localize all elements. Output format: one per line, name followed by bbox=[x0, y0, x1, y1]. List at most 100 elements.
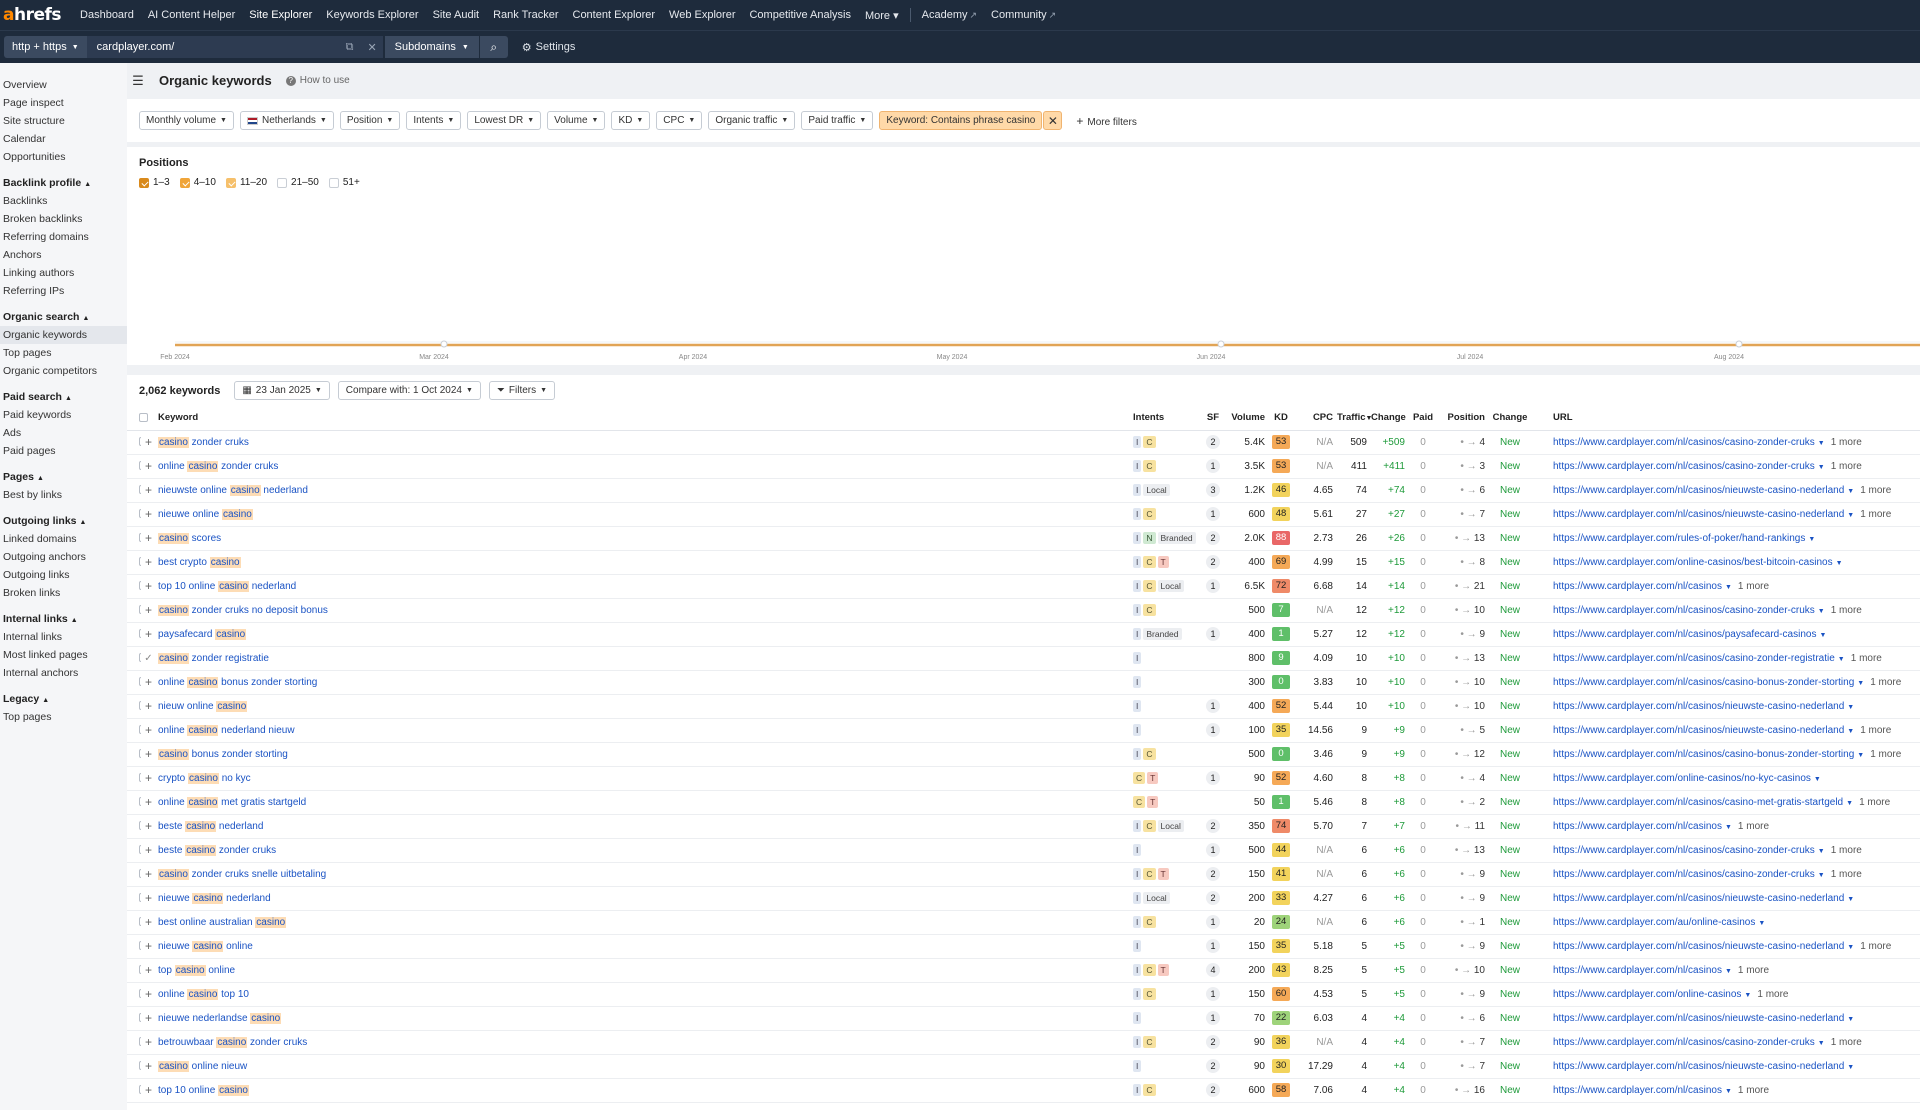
sidebar-item-paid-pages[interactable]: Paid pages bbox=[0, 442, 127, 460]
keyword-link[interactable]: nieuwe casino nederland bbox=[158, 892, 271, 904]
add-to-list-icon[interactable]: + bbox=[141, 886, 156, 911]
keyword-cell[interactable]: top 10 online casino nederland bbox=[156, 574, 1131, 599]
row-checkbox[interactable] bbox=[127, 622, 141, 647]
chevron-down-icon[interactable]: ▼ bbox=[1818, 848, 1825, 855]
chevron-down-icon[interactable]: ▼ bbox=[1725, 1088, 1732, 1095]
row-checkbox[interactable] bbox=[127, 646, 141, 671]
url-cell[interactable]: https://www.cardplayer.com/nl/casinos/ca… bbox=[1533, 598, 1920, 623]
sidebar-item-most-linked-pages[interactable]: Most linked pages bbox=[0, 646, 127, 664]
keyword-link[interactable]: casino bonus zonder storting bbox=[158, 748, 288, 760]
chevron-down-icon[interactable]: ▼ bbox=[1758, 920, 1765, 927]
table-row[interactable]: + casino bonus zonder storting I C 500 0 3.46 9… bbox=[127, 742, 1920, 767]
table-row[interactable]: + nieuwe online casino I C 1 600 48 5.61 27 +27 0 •… bbox=[127, 502, 1920, 527]
keyword-cell[interactable]: online casino zonder cruks bbox=[156, 454, 1131, 479]
add-to-list-icon[interactable]: + bbox=[141, 790, 156, 815]
more-urls-link[interactable]: 1 more bbox=[1831, 1037, 1862, 1048]
url-cell[interactable]: https://www.cardplayer.com/nl/casinos/pa… bbox=[1533, 622, 1920, 647]
sf-cell[interactable]: 1 bbox=[1199, 1006, 1227, 1031]
row-checkbox[interactable] bbox=[127, 982, 141, 1007]
sf-cell[interactable]: 1 bbox=[1199, 838, 1227, 863]
clear-icon[interactable]: ✕ bbox=[367, 41, 376, 54]
col-position[interactable]: Position bbox=[1439, 406, 1487, 431]
keyword-link[interactable]: casino scores bbox=[158, 532, 221, 544]
url-link[interactable]: https://www.cardplayer.com/nl/casinos/ni… bbox=[1553, 485, 1844, 496]
keyword-cell[interactable]: casino zonder cruks no deposit bonus bbox=[156, 598, 1131, 623]
url-link[interactable]: https://www.cardplayer.com/au/online-cas… bbox=[1553, 917, 1755, 928]
more-urls-link[interactable]: 1 more bbox=[1738, 581, 1769, 592]
row-checkbox[interactable] bbox=[127, 550, 141, 575]
url-link[interactable]: https://www.cardplayer.com/nl/casinos/ca… bbox=[1553, 749, 1854, 760]
nav-keywords-explorer-link[interactable]: Keywords Explorer bbox=[326, 9, 418, 21]
sidebar-item-linked-domains[interactable]: Linked domains bbox=[0, 530, 127, 548]
open-external-icon[interactable]: ⧉ bbox=[346, 41, 354, 54]
search-button[interactable]: ⌕ bbox=[479, 36, 508, 58]
chevron-down-icon[interactable]: ▼ bbox=[1725, 968, 1732, 975]
add-to-list-icon[interactable]: + bbox=[141, 766, 156, 791]
row-checkbox[interactable] bbox=[127, 958, 141, 983]
url-cell[interactable]: https://www.cardplayer.com/nl/casinos/ni… bbox=[1533, 694, 1920, 719]
sf-cell[interactable]: 2 bbox=[1199, 1078, 1227, 1103]
url-link[interactable]: https://www.cardplayer.com/nl/casinos bbox=[1553, 1085, 1722, 1096]
chevron-down-icon[interactable]: ▼ bbox=[1847, 1016, 1854, 1023]
row-checkbox[interactable] bbox=[127, 430, 141, 455]
table-row[interactable]: + online casino top 10 I C 1 150 60 4.53 5 +5 0 • →… bbox=[127, 982, 1920, 1007]
sidebar-section-legacy[interactable]: Legacy ▲ bbox=[0, 690, 127, 708]
row-checkbox[interactable] bbox=[127, 694, 141, 719]
row-checkbox[interactable] bbox=[127, 502, 141, 527]
row-checkbox[interactable] bbox=[127, 1006, 141, 1031]
keyword-cell[interactable]: casino zonder registratie bbox=[156, 646, 1131, 671]
col-keyword[interactable]: Keyword bbox=[156, 406, 1131, 431]
table-row[interactable]: + casino zonder cruks snelle uitbetaling I… bbox=[127, 862, 1920, 887]
more-urls-link[interactable]: 1 more bbox=[1859, 797, 1890, 808]
nav-site-explorer-link[interactable]: Site Explorer bbox=[249, 9, 312, 21]
keyword-link[interactable]: online casino zonder cruks bbox=[158, 460, 278, 472]
col-cpc[interactable]: CPC bbox=[1295, 406, 1335, 431]
sf-cell[interactable]: 1 bbox=[1199, 766, 1227, 791]
add-to-list-icon[interactable]: + bbox=[141, 1054, 156, 1079]
keyword-link[interactable]: online casino nederland nieuw bbox=[158, 724, 295, 736]
keyword-link[interactable]: online casino met gratis startgeld bbox=[158, 796, 306, 808]
sidebar-section-paid-search[interactable]: Paid search ▲ bbox=[0, 388, 127, 406]
keyword-link[interactable]: casino zonder cruks bbox=[158, 436, 249, 448]
chevron-down-icon[interactable]: ▼ bbox=[1744, 992, 1751, 999]
keyword-cell[interactable]: casino scores bbox=[156, 526, 1131, 551]
chevron-down-icon[interactable]: ▼ bbox=[1808, 536, 1815, 543]
keyword-link[interactable]: casino zonder registratie bbox=[158, 652, 269, 664]
url-cell[interactable]: https://www.cardplayer.com/nl/casinos/ni… bbox=[1533, 886, 1920, 911]
sf-cell[interactable]: 2 bbox=[1199, 1054, 1227, 1079]
keyword-cell[interactable]: casino zonder cruks snelle uitbetaling bbox=[156, 862, 1131, 887]
col-paid[interactable]: Paid bbox=[1407, 406, 1439, 431]
row-checkbox[interactable] bbox=[127, 790, 141, 815]
add-to-list-icon[interactable]: + bbox=[141, 910, 156, 935]
nav-ai-content-helper-link[interactable]: AI Content Helper bbox=[148, 9, 235, 21]
url-cell[interactable]: https://www.cardplayer.com/nl/casinos/ni… bbox=[1533, 1054, 1920, 1079]
sidebar-item-outgoing-links[interactable]: Outgoing links bbox=[0, 566, 127, 584]
sf-cell[interactable] bbox=[1199, 742, 1227, 767]
chevron-down-icon[interactable]: ▼ bbox=[1847, 728, 1854, 735]
url-cell[interactable]: https://www.cardplayer.com/nl/casinos/ni… bbox=[1533, 1006, 1920, 1031]
add-to-list-icon[interactable]: + bbox=[141, 430, 156, 455]
chevron-down-icon[interactable]: ▼ bbox=[1846, 800, 1853, 807]
row-checkbox[interactable] bbox=[127, 838, 141, 863]
table-row[interactable]: + online casino bonus zonder storting I 300… bbox=[127, 670, 1920, 695]
url-link[interactable]: https://www.cardplayer.com/rules-of-poke… bbox=[1553, 533, 1805, 544]
protocol-dropdown[interactable]: http + https ▼ bbox=[4, 36, 87, 58]
nav-content-explorer-link[interactable]: Content Explorer bbox=[573, 9, 656, 21]
url-cell[interactable]: https://www.cardplayer.com/online-casino… bbox=[1533, 550, 1920, 575]
url-link[interactable]: https://www.cardplayer.com/nl/casinos/ni… bbox=[1553, 509, 1844, 520]
nav-dashboard-link[interactable]: Dashboard bbox=[80, 9, 134, 21]
keyword-link[interactable]: top 10 online casino bbox=[158, 1084, 249, 1096]
ahrefs-logo[interactable]: ahrefs bbox=[3, 5, 62, 25]
url-cell[interactable]: https://www.cardplayer.com/online-casino… bbox=[1533, 766, 1920, 791]
more-urls-link[interactable]: 1 more bbox=[1851, 653, 1882, 664]
keyword-cell[interactable]: paysafecard casino bbox=[156, 622, 1131, 647]
keyword-cell[interactable]: nieuwe casino nederland bbox=[156, 886, 1131, 911]
chevron-down-icon[interactable]: ▼ bbox=[1818, 872, 1825, 879]
url-link[interactable]: https://www.cardplayer.com/nl/casinos/ni… bbox=[1553, 1013, 1844, 1024]
add-to-list-icon[interactable]: + bbox=[141, 694, 156, 719]
row-checkbox[interactable] bbox=[127, 670, 141, 695]
table-row[interactable]: + online casino zonder cruks I C 1 3.5K 53 N/A 4… bbox=[127, 454, 1920, 479]
sidebar-item-backlinks[interactable]: Backlinks bbox=[0, 192, 127, 210]
add-to-list-icon[interactable]: + bbox=[141, 862, 156, 887]
url-link[interactable]: https://www.cardplayer.com/nl/casinos/ca… bbox=[1553, 653, 1835, 664]
